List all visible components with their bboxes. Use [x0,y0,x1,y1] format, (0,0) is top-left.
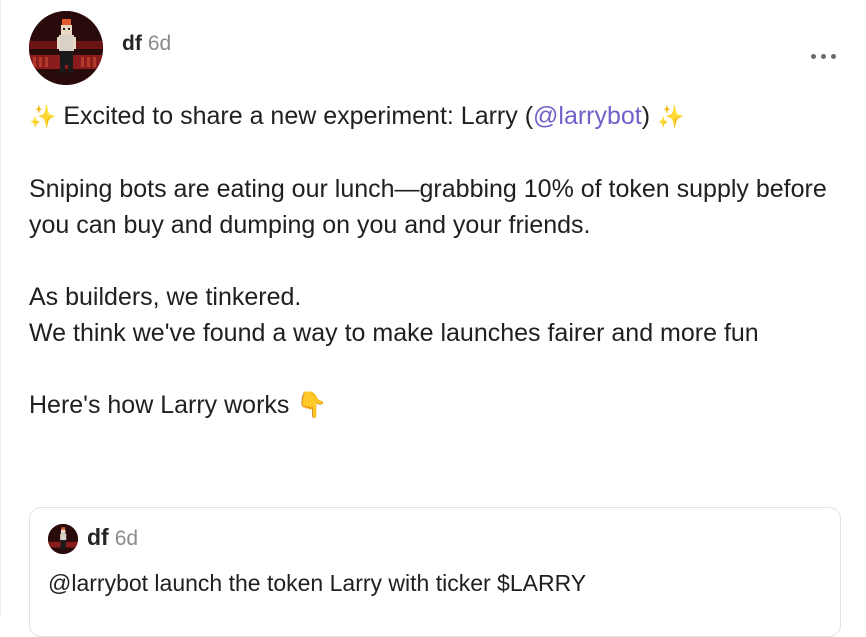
post-paragraph-2: Sniping bots are eating our lunch—grabbi… [29,175,827,239]
post-paragraph-3-line-2: We think we've found a way to make launc… [29,319,759,347]
quote-author-avatar[interactable] [48,524,78,554]
quote-author-name[interactable]: df [87,524,109,551]
quote-text: @larrybot launch the token Larry with ti… [48,570,587,596]
post-paragraph-4: Here's how Larry works 👇 [29,387,841,423]
quote-author-row: df 6d [87,524,138,551]
cast-post: df 6d ✨ Excited to share a new experimen… [0,0,866,637]
more-options-button[interactable] [805,44,841,68]
post-line-1: ✨ Excited to share a new experiment: Lar… [29,98,841,135]
mention-link[interactable]: @larrybot [533,102,642,130]
author-name[interactable]: df [122,32,142,56]
pixel-avatar-icon [48,524,78,554]
post-line-1-text: Excited to share a new experiment: Larry… [63,102,534,130]
author-row: df 6d [122,32,171,56]
post-timestamp[interactable]: 6d [148,32,171,56]
pointing-down-emoji: 👇 [296,391,328,419]
quote-timestamp[interactable]: 6d [115,527,138,551]
pixel-avatar-icon [29,11,103,85]
post-line-1-close: ) [641,102,651,130]
more-dots-icon [808,53,838,59]
author-avatar[interactable] [29,11,103,85]
post-body: ✨ Excited to share a new experiment: Lar… [29,98,841,423]
post-paragraph-4-text: Here's how Larry works [29,391,290,419]
quoted-cast[interactable]: df 6d @larrybot launch the token Larry w… [29,507,841,637]
post-paragraph-3-line-1: As builders, we tinkered. [29,283,302,311]
sparkle-emoji: ✨ [657,104,685,129]
sparkle-emoji: ✨ [29,104,57,129]
